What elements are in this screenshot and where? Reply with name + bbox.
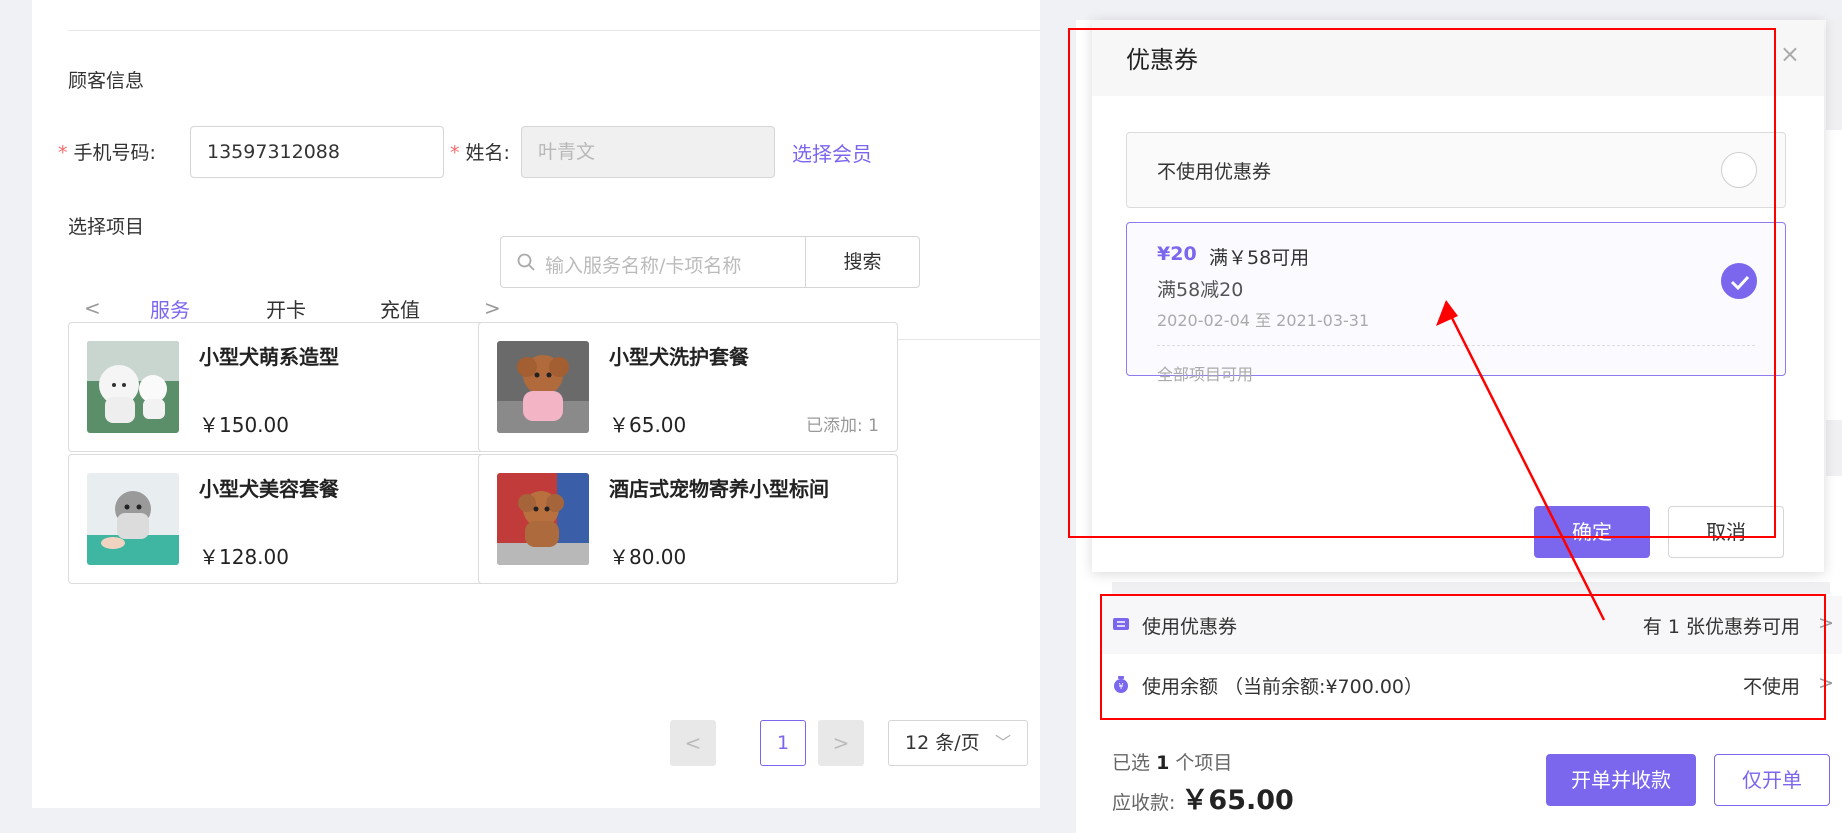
page-size-value: 12 条/页 — [905, 732, 980, 754]
project-section-title: 选择项目 — [68, 216, 145, 238]
coupon-dates: 2020-02-04 至 2021-03-31 — [1157, 311, 1370, 330]
search-button[interactable]: 搜索 — [805, 237, 919, 287]
money-bag-icon: ¥ — [1114, 676, 1128, 693]
coupon-row-value: 有 1 张优惠券可用 — [1642, 616, 1800, 638]
search-input[interactable]: 输入服务名称/卡项名称 — [545, 251, 741, 278]
coupon-description: 满58减20 — [1157, 279, 1244, 301]
service-image — [497, 473, 589, 565]
service-name: 小型犬美容套餐 — [199, 477, 339, 501]
phone-label: * 手机号码: — [58, 138, 156, 165]
divider — [68, 30, 1040, 31]
selected-suffix: 个项目 — [1175, 752, 1233, 774]
name-input[interactable]: 叶青文 — [521, 126, 775, 178]
background-panel-edge — [1826, 420, 1842, 476]
search-icon — [517, 253, 535, 271]
dialog-header — [1092, 20, 1824, 96]
selected-prefix: 已选 — [1112, 752, 1151, 774]
balance-row-label: 使用余额 （当前余额:¥700.00） — [1142, 676, 1424, 698]
dialog-title: 优惠券 — [1126, 46, 1198, 74]
phone-input[interactable]: 13597312088 — [190, 126, 444, 178]
service-card[interactable]: 小型犬美容套餐 ￥128.00 — [68, 454, 488, 584]
panel-gap — [1076, 0, 1842, 20]
name-label: * 姓名: — [450, 138, 510, 165]
service-card[interactable]: 小型犬萌系造型 ￥150.00 — [68, 322, 488, 452]
divider — [1157, 345, 1755, 346]
tab-next-icon[interactable]: > — [484, 296, 501, 320]
service-name: 小型犬萌系造型 — [199, 345, 339, 369]
background-panel-edge — [1112, 582, 1830, 594]
prev-page-button[interactable]: < — [670, 720, 716, 766]
balance-row-value: 不使用 — [1742, 676, 1800, 698]
name-label-text: 姓名: — [465, 142, 510, 164]
required-mark: * — [58, 142, 68, 164]
coupon-option[interactable]: ¥20 满￥58可用 满58减20 2020-02-04 至 2021-03-3… — [1126, 222, 1786, 384]
amount-due-label: 应收款: — [1112, 792, 1176, 814]
tab-service[interactable]: 服务 — [150, 294, 190, 323]
check-icon[interactable] — [1721, 263, 1757, 299]
coupon-row[interactable]: 使用优惠券 有 1 张优惠券可用 > — [1100, 596, 1842, 654]
added-count: 已添加: 1 — [806, 416, 879, 436]
cancel-button[interactable]: 取消 — [1668, 506, 1784, 558]
coupon-scope: 全部项目可用 — [1157, 365, 1254, 384]
service-card[interactable]: 酒店式宠物寄养小型标间 ￥80.00 — [478, 454, 898, 584]
service-card[interactable]: 小型犬洗护套餐 ￥65.00 已添加: 1 — [478, 322, 898, 452]
next-page-button[interactable]: > — [818, 720, 864, 766]
service-image — [87, 341, 179, 433]
service-price: ￥128.00 — [199, 545, 289, 569]
order-form-panel: 顾客信息 * 手机号码: 13597312088 * 姓名: 叶青文 选择会员 选择… — [32, 0, 1040, 808]
coupon-icon — [1113, 618, 1129, 630]
confirm-button[interactable]: 确定 — [1534, 506, 1650, 558]
page-size-select[interactable]: 12 条/页 ﹀ — [888, 720, 1028, 766]
no-coupon-option[interactable]: 不使用优惠券 — [1126, 132, 1786, 208]
page: 顾客信息 * 手机号码: 13597312088 * 姓名: 叶青文 选择会员 选择… — [0, 0, 1842, 833]
service-price: ￥80.00 — [609, 545, 687, 569]
amount-due-value: ￥65.00 — [1181, 785, 1294, 816]
amount-due: 应收款: ￥65.00 — [1112, 778, 1294, 817]
required-mark: * — [450, 142, 460, 164]
service-price: ￥150.00 — [199, 413, 289, 437]
page-1-button[interactable]: 1 — [760, 720, 806, 766]
balance-row[interactable]: ¥ 使用余额 （当前余额:¥700.00） 不使用 > — [1100, 656, 1842, 714]
tab-recharge[interactable]: 充值 — [380, 294, 420, 323]
close-icon[interactable]: × — [1780, 40, 1800, 68]
project-search: 输入服务名称/卡项名称 搜索 — [500, 236, 920, 288]
service-name: 小型犬洗护套餐 — [609, 345, 749, 369]
coupon-row-label: 使用优惠券 — [1142, 616, 1238, 638]
coupon-condition: 满￥58可用 — [1209, 247, 1310, 269]
chevron-down-icon: ﹀ — [994, 733, 1011, 752]
create-only-button[interactable]: 仅开单 — [1714, 754, 1830, 806]
radio-unchecked-icon[interactable] — [1721, 152, 1757, 188]
background-panel-edge — [1826, 20, 1842, 130]
service-image — [87, 473, 179, 565]
customer-section-title: 顾客信息 — [68, 70, 145, 92]
chevron-right-icon: > — [1818, 672, 1834, 694]
create-and-pay-button[interactable]: 开单并收款 — [1546, 754, 1696, 806]
coupon-dialog: 优惠券 × 不使用优惠券 ¥20 满￥58可用 满58减20 2020-02-0… — [1092, 20, 1824, 572]
chevron-right-icon: > — [1818, 612, 1834, 634]
service-image — [497, 341, 589, 433]
selected-count: 1 — [1156, 752, 1170, 774]
no-coupon-label: 不使用优惠券 — [1157, 161, 1272, 183]
select-member-link[interactable]: 选择会员 — [792, 138, 872, 167]
tab-card[interactable]: 开卡 — [266, 294, 306, 323]
svg-text:¥: ¥ — [1118, 682, 1123, 691]
phone-label-text: 手机号码: — [73, 142, 156, 164]
selected-summary: 已选 1 个项目 — [1112, 748, 1232, 775]
tab-prev-icon[interactable]: < — [84, 296, 101, 320]
service-price: ￥65.00 — [609, 413, 687, 437]
service-name: 酒店式宠物寄养小型标间 — [609, 477, 829, 501]
coupon-amount: ¥20 — [1157, 243, 1197, 265]
